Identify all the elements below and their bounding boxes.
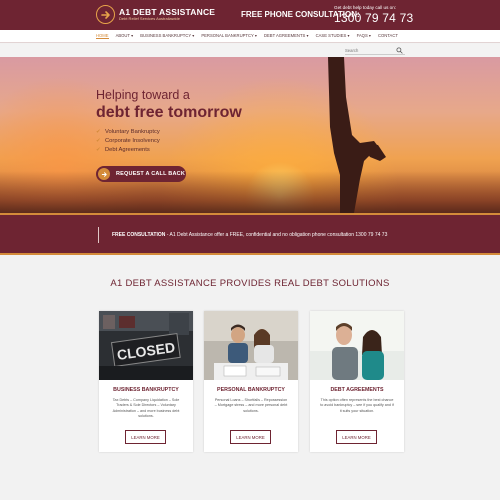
card-title: DEBT AGREEMENTS: [330, 387, 384, 393]
arrow-right-icon: [96, 5, 115, 24]
hero-banner: Helping toward a debt free tomorrow ✔ Vol…: [0, 57, 500, 213]
helping-hand-image: [328, 57, 386, 213]
card-title: PERSONAL BANKRUPTCY: [217, 387, 285, 393]
nav-item-case-studies[interactable]: CASE STUDIES ▾: [316, 33, 350, 39]
consultation-banner: FREE CONSULTATION - A1 Debt Assistance o…: [0, 213, 500, 255]
service-card-personal-bankruptcy: PERSONAL BANKRUPTCY Personal Loans – Sho…: [204, 311, 298, 452]
learn-more-button[interactable]: LEARN MORE: [125, 430, 166, 444]
arrow-right-icon: [98, 168, 110, 180]
search-icon[interactable]: [396, 47, 403, 54]
list-item: ✔ Voluntary Bankruptcy: [96, 129, 160, 135]
main-nav: HOME ABOUT ▾ BUSINESS BANKRUPTCY ▾ PERSO…: [0, 30, 500, 43]
help-text: Get debt help today call us on:: [334, 5, 397, 10]
card-description: Tax Debts – Company Liquidation – Sole T…: [112, 398, 180, 419]
consultation-text: FREE CONSULTATION - A1 Debt Assistance o…: [112, 232, 387, 238]
cta-label: REQUEST A CALL BACK: [116, 171, 185, 177]
card-description: This option often represents the best ch…: [320, 398, 394, 413]
list-item: ✔ Debt Agreements: [96, 147, 160, 153]
hero-ground: [0, 171, 500, 213]
nav-item-contact[interactable]: CONTACT: [378, 33, 398, 39]
closed-sign-image: CLOSED: [99, 311, 193, 380]
nav-item-faqs[interactable]: FAQS ▾: [357, 33, 371, 39]
nav-item-debt-agreements[interactable]: DEBT AGREEMENTS ▾: [264, 33, 309, 39]
bullet-label: Corporate Insolvency: [105, 138, 160, 144]
hero-heading-line1: Helping toward a: [96, 88, 190, 102]
divider: [98, 227, 99, 243]
nav-item-about[interactable]: ABOUT ▾: [116, 33, 134, 39]
hero-bullet-list: ✔ Voluntary Bankruptcy ✔ Corporate Insolve…: [96, 129, 160, 156]
card-title: BUSINESS BANKRUPTCY: [113, 387, 179, 393]
consultation-heading: FREE CONSULTATION: [112, 232, 166, 238]
brand-name: A1 DEBT ASSISTANCE: [119, 6, 216, 17]
phone-number[interactable]: 1300 79 74 73: [334, 11, 413, 25]
stressed-couple-image: [204, 311, 298, 380]
logo[interactable]: A1 DEBT ASSISTANCE Debt Relief Services …: [96, 5, 215, 24]
hero-heading-line2: debt free tomorrow: [96, 104, 242, 121]
consultation-body: - A1 Debt Assistance offer a FREE, confi…: [165, 232, 388, 238]
check-icon: ✔: [96, 147, 101, 153]
nav-item-personal-bankruptcy[interactable]: PERSONAL BANKRUPTCY ▾: [201, 33, 257, 39]
bullet-label: Voluntary Bankruptcy: [105, 129, 160, 135]
page: A1 DEBT ASSISTANCE Debt Relief Services …: [0, 0, 500, 500]
learn-more-button[interactable]: LEARN MORE: [336, 430, 377, 444]
smiling-couple-image: [310, 311, 404, 380]
check-icon: ✔: [96, 138, 101, 144]
brand-tagline: Debt Relief Services Australiawide: [119, 16, 180, 22]
search-bar: [0, 44, 500, 57]
service-card-business-bankruptcy: CLOSED BUSINESS BANKRUPTCY Tax Debts – C…: [99, 311, 193, 452]
check-icon: ✔: [96, 129, 101, 135]
section-title: A1 DEBT ASSISTANCE PROVIDES REAL DEBT SO…: [110, 278, 390, 289]
site-header: A1 DEBT ASSISTANCE Debt Relief Services …: [0, 0, 500, 30]
request-call-back-button[interactable]: REQUEST A CALL BACK: [96, 166, 186, 182]
learn-more-button[interactable]: LEARN MORE: [230, 430, 271, 444]
card-description: Personal Loans – Shortfalls – Repossessi…: [214, 398, 288, 413]
service-card-debt-agreements: DEBT AGREEMENTS This option often repres…: [310, 311, 404, 452]
nav-item-business-bankruptcy[interactable]: BUSINESS BANKRUPTCY ▾: [140, 33, 194, 39]
list-item: ✔ Corporate Insolvency: [96, 138, 160, 144]
bullet-label: Debt Agreements: [105, 147, 150, 153]
nav-item-home[interactable]: HOME: [96, 33, 109, 39]
